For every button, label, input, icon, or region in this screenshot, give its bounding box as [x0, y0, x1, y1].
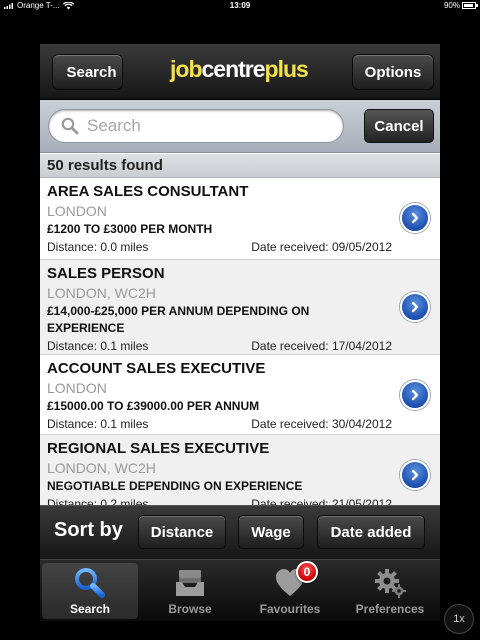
- status-bar: Orange T-... 13:09 90%: [0, 0, 480, 12]
- job-location: LONDON, WC2H: [47, 285, 156, 301]
- favourites-count-badge: 0: [296, 561, 318, 583]
- cancel-button[interactable]: Cancel: [364, 109, 434, 143]
- job-distance: Distance: 0.1 miles: [47, 417, 149, 431]
- job-row[interactable]: REGIONAL SALES EXECUTIVE LONDON, WC2H NE…: [40, 435, 440, 505]
- sort-distance-button[interactable]: Distance: [138, 515, 226, 549]
- job-title: SALES PERSON: [47, 265, 165, 282]
- job-title: REGIONAL SALES EXECUTIVE: [47, 440, 270, 457]
- job-location: LONDON: [47, 380, 107, 396]
- app-window: Search jobcentreplus Options Cancel 50 r…: [40, 44, 440, 621]
- battery-icon: [462, 2, 478, 9]
- options-button[interactable]: Options: [352, 54, 434, 90]
- job-meta: Distance: 0.2 miles Date received: 21/05…: [47, 495, 392, 505]
- job-meta: Distance: 0.1 miles Date received: 17/04…: [47, 337, 392, 355]
- job-distance: Distance: 0.0 miles: [47, 240, 149, 254]
- tab-browse-label: Browse: [168, 602, 212, 616]
- navigation-bar: Search jobcentreplus Options: [40, 44, 440, 100]
- job-distance: Distance: 0.2 miles: [47, 497, 149, 505]
- sort-wage-button[interactable]: Wage: [238, 515, 304, 549]
- sort-date-added-label: Date added: [330, 523, 412, 541]
- search-field[interactable]: [48, 109, 344, 143]
- tab-search-label: Search: [69, 602, 111, 616]
- job-location: LONDON: [47, 203, 107, 219]
- back-search-button[interactable]: Search: [52, 54, 123, 90]
- clock: 13:09: [229, 1, 251, 10]
- tab-preferences[interactable]: Preferences: [342, 563, 438, 619]
- job-wage: £15000.00 TO £39000.00 PER ANNUM: [47, 399, 260, 413]
- search-icon: [75, 568, 105, 598]
- job-date: Date received: 30/04/2012: [251, 417, 392, 431]
- job-date: Date received: 21/05/2012: [251, 497, 392, 505]
- detail-chevron-icon[interactable]: [400, 380, 430, 410]
- zoom-toggle-button[interactable]: 1x: [444, 604, 474, 634]
- job-row[interactable]: SALES PERSON LONDON, WC2H £14,000-£25,00…: [40, 260, 440, 355]
- gear-icon: [375, 569, 406, 598]
- back-button-label: Search: [66, 63, 117, 81]
- results-list: AREA SALES CONSULTANT LONDON £1200 TO £3…: [40, 178, 440, 505]
- sort-wage-label: Wage: [251, 523, 291, 541]
- sort-bar: Sort by Distance Wage Date added: [40, 505, 440, 559]
- tab-browse[interactable]: Browse: [142, 563, 238, 619]
- tab-favourites[interactable]: 0 Favourites: [242, 561, 338, 619]
- job-title: ACCOUNT SALES EXECUTIVE: [47, 360, 266, 377]
- tab-search[interactable]: Search: [42, 563, 138, 619]
- job-meta: Distance: 0.0 miles Date received: 09/05…: [47, 238, 392, 256]
- job-row[interactable]: AREA SALES CONSULTANT LONDON £1200 TO £3…: [40, 178, 440, 260]
- zoom-label: 1x: [453, 613, 465, 625]
- job-distance: Distance: 0.1 miles: [47, 339, 149, 353]
- job-title: AREA SALES CONSULTANT: [47, 183, 249, 200]
- job-wage: £14,000-£25,000 PER ANNUM DEPENDING ON E…: [47, 304, 310, 335]
- job-date: Date received: 17/04/2012: [251, 339, 392, 353]
- results-count-header: 50 results found: [40, 154, 440, 178]
- tab-preferences-label: Preferences: [355, 602, 425, 616]
- inbox-tray-icon: [176, 570, 204, 596]
- job-location: LONDON, WC2H: [47, 460, 156, 476]
- job-meta: Distance: 0.1 miles Date received: 30/04…: [47, 415, 392, 433]
- search-bar: Cancel: [40, 100, 440, 153]
- sort-distance-label: Distance: [150, 523, 214, 541]
- battery-status: 90%: [443, 1, 478, 10]
- results-count: 50 results found: [47, 157, 163, 174]
- job-wage: £1200 TO £3000 PER MONTH: [47, 222, 213, 236]
- cancel-button-label: Cancel: [374, 117, 424, 135]
- detail-chevron-icon[interactable]: [400, 203, 430, 233]
- detail-chevron-icon[interactable]: [400, 292, 430, 322]
- job-wage: NEGOTIABLE DEPENDING ON EXPERIENCE: [47, 479, 303, 493]
- search-icon: [61, 117, 79, 135]
- jobcentreplus-logo: jobcentreplus: [170, 56, 309, 82]
- sort-by-label: Sort by: [54, 519, 123, 541]
- detail-chevron-icon[interactable]: [400, 460, 430, 490]
- tab-bar: Search Browse 0 Favourites Preferences: [40, 559, 440, 621]
- job-row[interactable]: ACCOUNT SALES EXECUTIVE LONDON £15000.00…: [40, 355, 440, 435]
- tab-favourites-label: Favourites: [259, 602, 321, 616]
- battery-percent: 90%: [443, 1, 460, 10]
- job-date: Date received: 09/05/2012: [251, 240, 392, 254]
- sort-date-added-button[interactable]: Date added: [317, 515, 425, 549]
- options-button-label: Options: [364, 63, 422, 81]
- search-input[interactable]: [87, 116, 317, 136]
